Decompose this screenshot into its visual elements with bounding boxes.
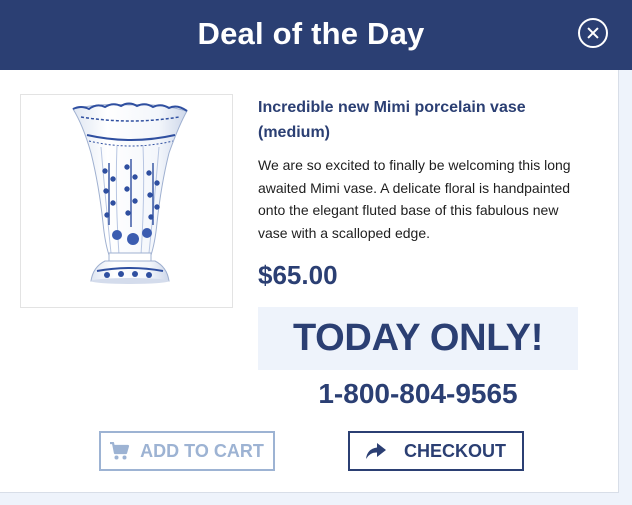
checkout-button[interactable]: CHECKOUT [348,431,524,471]
deal-modal: Deal of the Day Incredible new Mimi porc… [0,0,632,505]
today-only-banner: TODAY ONLY! [258,307,578,370]
phone-number[interactable]: 1-800-804-9565 [258,376,578,412]
modal-title: Deal of the Day [197,16,425,51]
vase-illustration [72,102,188,284]
close-icon[interactable] [578,18,608,48]
shopping-cart-icon [110,441,130,460]
modal-header: Deal of the Day [0,0,632,70]
product-price: $65.00 [258,260,338,290]
product-title: Incredible new Mimi porcelain vase (medi… [258,99,526,141]
product-image [20,94,233,308]
add-to-cart-label: ADD TO CART [140,440,264,461]
checkout-label: CHECKOUT [404,440,506,461]
share-arrow-icon [366,443,386,459]
product-description: We are so excited to finally be welcomin… [258,157,571,241]
modal-body: Incredible new Mimi porcelain vase (medi… [0,70,619,493]
add-to-cart-button[interactable]: ADD TO CART [99,431,275,471]
